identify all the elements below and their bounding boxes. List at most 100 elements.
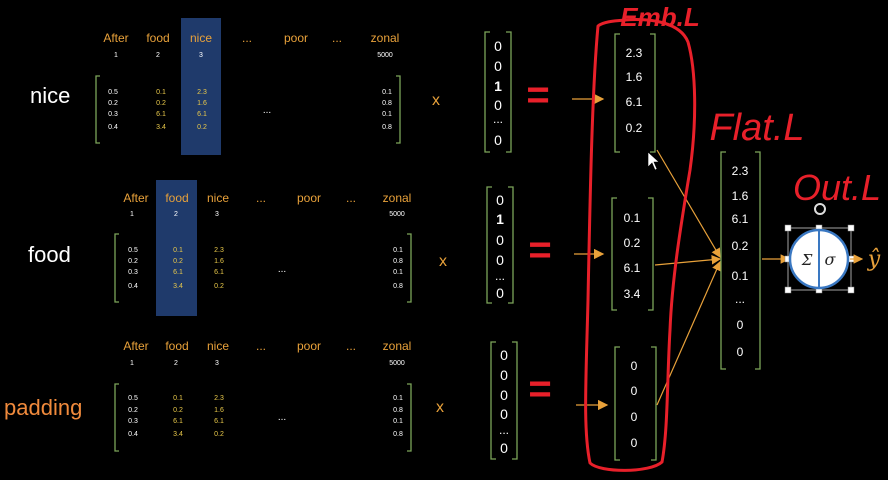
matrix-value: 1.6 <box>214 258 224 265</box>
onehot-left-bracket <box>490 341 496 460</box>
matrix-value: 3.4 <box>156 124 166 131</box>
flatten-value: 0 <box>737 318 744 332</box>
selection-handle <box>784 224 792 232</box>
matrix-value: 0.8 <box>382 100 392 107</box>
onehot-value: 0 <box>496 252 504 268</box>
matrix-value: 0.3 <box>128 269 138 276</box>
onehot-value: 0 <box>494 58 502 74</box>
embedding-value: 3.4 <box>624 287 641 301</box>
matrix-value: 0.1 <box>173 247 183 254</box>
matrix-value: 6.1 <box>173 418 183 425</box>
onehot-value: 1 <box>496 211 504 227</box>
matrix-value: 0.3 <box>108 111 118 118</box>
matrix-value: 6.1 <box>173 269 183 276</box>
flatten-ellipsis: ... <box>735 292 745 306</box>
embedding-value: 0 <box>631 410 638 424</box>
matrix-value: 0.2 <box>173 258 183 265</box>
flatten-value: 0 <box>737 345 744 359</box>
flatten-layer-label: Flat.L <box>709 107 804 149</box>
matrix-value: 0.8 <box>382 124 392 131</box>
matrix-value: 0.1 <box>393 269 403 276</box>
vocab-index: 3 <box>215 360 219 367</box>
matrix-left-bracket <box>114 233 119 303</box>
matrix-value: 0.8 <box>393 407 403 414</box>
flatten-value: 1.6 <box>732 189 749 203</box>
flatten-value: 0.1 <box>732 269 749 283</box>
vocab-index: 2 <box>174 360 178 367</box>
matrix-value: 0.5 <box>108 89 118 96</box>
embedding-value: 0 <box>631 436 638 450</box>
output-layer-label: Out.L <box>793 167 881 208</box>
vector-right-bracket <box>648 197 654 311</box>
vector-right-bracket <box>650 33 656 153</box>
onehot-value: 0 <box>494 38 502 54</box>
matrix-value: 0.1 <box>393 395 403 402</box>
handwritten-equals: = <box>528 228 551 272</box>
matrix-value: 0.1 <box>173 395 183 402</box>
mouse-cursor-icon <box>647 151 660 171</box>
vocab-index: 2 <box>174 211 178 218</box>
word-label: nice <box>30 83 70 108</box>
vocab-header: zonal <box>371 31 400 45</box>
sum-symbol: Σ <box>801 251 813 269</box>
embedding-value: 0 <box>631 359 638 373</box>
vocab-header: ... <box>256 339 266 353</box>
matrix-value: 0.5 <box>128 247 138 254</box>
onehot-value: 0 <box>500 440 508 456</box>
vocab-header: zonal <box>383 339 412 353</box>
selection-handle <box>847 224 855 232</box>
matrix-value: 0.2 <box>156 100 166 107</box>
onehot-value: 0 <box>496 232 504 248</box>
embedding-value: 0.1 <box>624 211 641 225</box>
matrix-value: 0.2 <box>214 283 224 290</box>
matrix-value: 0.8 <box>393 258 403 265</box>
vocab-header: food <box>165 339 188 353</box>
vocab-header: food <box>146 31 169 45</box>
word-label: padding <box>4 395 82 420</box>
matrix-value: 3.4 <box>173 431 183 438</box>
row-nice: nice After food nice ... poor ... zonal … <box>30 18 656 155</box>
matrix-value: 0.2 <box>108 100 118 107</box>
onehot-ellipsis: ... <box>499 423 509 437</box>
matrix-value: 0.2 <box>128 258 138 265</box>
matrix-value: 0.5 <box>128 395 138 402</box>
arrow-flatten-2 <box>654 254 722 266</box>
embedding-value: 6.1 <box>624 261 641 275</box>
flatten-right-bracket <box>755 151 761 370</box>
vocab-index: 5000 <box>377 52 393 59</box>
vector-right-bracket <box>651 346 657 461</box>
vector-left-bracket <box>614 346 620 461</box>
vocab-header: ... <box>346 339 356 353</box>
onehot-right-bracket <box>508 186 514 304</box>
embedding-value: 0.2 <box>626 121 643 135</box>
vocab-header: After <box>123 339 148 353</box>
matrix-value: 6.1 <box>156 111 166 118</box>
matrix-value: 0.4 <box>108 124 118 131</box>
matrix-value: 0.8 <box>393 431 403 438</box>
vector-left-bracket <box>611 197 617 311</box>
matrix-value: 0.2 <box>197 124 207 131</box>
matrix-ellipsis: ... <box>278 412 286 423</box>
vocab-header: poor <box>284 31 308 45</box>
matrix-value: 0.1 <box>393 418 403 425</box>
vocab-header: ... <box>242 31 252 45</box>
vocab-header: ... <box>346 191 356 205</box>
matrix-right-bracket <box>407 233 412 303</box>
vocab-index: 5000 <box>389 360 405 367</box>
matrix-value: 0.1 <box>393 247 403 254</box>
row-food: food After food nice ... poor ... zonal … <box>28 180 654 316</box>
vocab-index: 2 <box>156 52 160 59</box>
onehot-ellipsis: ... <box>495 269 505 283</box>
onehot-value: 0 <box>500 367 508 383</box>
vocab-index: 3 <box>215 211 219 218</box>
multiply-sign: x <box>439 253 447 270</box>
matrix-value: 0.1 <box>156 89 166 96</box>
matrix-value: 0.2 <box>128 407 138 414</box>
matrix-value: 6.1 <box>214 269 224 276</box>
matrix-value: 0.2 <box>214 431 224 438</box>
output-node: Σ σ ŷ <box>762 203 881 294</box>
vocab-header: poor <box>297 339 321 353</box>
vocab-header: nice <box>190 31 212 45</box>
onehot-left-bracket <box>486 186 492 304</box>
vocab-header: zonal <box>383 191 412 205</box>
